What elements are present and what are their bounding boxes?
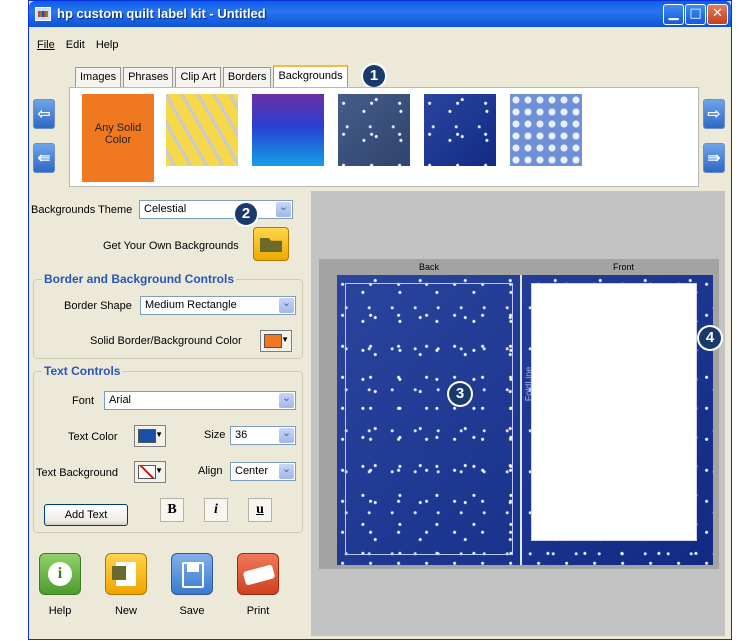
window-title: hp custom quilt label kit - Untitled	[57, 6, 266, 21]
preview-canvas: Back Front FoldLine	[319, 259, 719, 569]
menu-help[interactable]: Help	[96, 39, 119, 51]
swatch-solid-color[interactable]: Any Solid Color	[82, 94, 154, 182]
size-label: Size	[204, 429, 226, 441]
help-icon[interactable]: i	[39, 553, 81, 595]
new-label: New	[114, 605, 137, 617]
minimize-button[interactable]: ▁	[663, 4, 684, 25]
text-background-picker[interactable]: ▼	[134, 461, 166, 483]
solid-color-control-label: Solid Border/Background Color	[90, 335, 242, 347]
callout-1: 1	[363, 65, 385, 87]
swatch-dark-texture[interactable]	[338, 94, 410, 166]
callout-3: 3	[449, 383, 471, 405]
menu-edit[interactable]: Edit	[66, 39, 85, 51]
maximize-button[interactable]: □	[685, 4, 706, 25]
italic-button[interactable]: i	[204, 498, 228, 522]
tab-strip: Images Phrases Clip Art Borders Backgrou…	[75, 65, 348, 87]
save-icon[interactable]	[171, 553, 213, 595]
chevron-down-icon: ▼	[281, 335, 289, 344]
swatch-celestial[interactable]	[424, 94, 496, 166]
app-window: hp custom quilt label kit - Untitled ▁ □…	[28, 0, 732, 640]
text-background-label: Text Background	[36, 467, 118, 479]
first-arrow-button[interactable]: ⇚	[33, 143, 55, 173]
font-value: Arial	[109, 394, 132, 406]
label-preview-area: Back Front FoldLine 3 4	[311, 191, 725, 636]
app-quilt-icon	[35, 7, 51, 21]
folder-open-icon[interactable]	[253, 227, 289, 261]
font-select[interactable]: Arial	[104, 391, 296, 410]
menu-file[interactable]: File	[37, 39, 55, 51]
border-shape-value: Medium Rectangle	[145, 299, 237, 311]
border-shape-select[interactable]: Medium Rectangle	[140, 296, 296, 315]
prev-arrow-button[interactable]: ⇦	[33, 99, 55, 129]
theme-value: Celestial	[144, 203, 187, 215]
text-color-swatch	[138, 429, 156, 443]
front-label: Front	[613, 262, 635, 272]
tab-phrases[interactable]: Phrases	[123, 67, 174, 87]
close-button[interactable]: ✕	[707, 4, 728, 25]
swatch-yellow-pattern[interactable]	[166, 94, 238, 166]
callout-4: 4	[699, 327, 721, 349]
front-text-area[interactable]	[531, 283, 697, 541]
theme-select[interactable]: Celestial	[139, 200, 293, 219]
back-label: Back	[419, 262, 440, 272]
border-controls-group: Border and Background Controls Border Sh…	[33, 272, 303, 359]
left-control-panel: Backgrounds Theme Celestial 2 Get Your O…	[29, 191, 307, 641]
text-controls-group: Text Controls Font Arial Text Color ▼ Si…	[33, 364, 303, 533]
border-shape-label: Border Shape	[64, 300, 132, 312]
swatch-purple-blue-gradient[interactable]	[252, 94, 324, 166]
print-icon[interactable]	[237, 553, 279, 595]
background-swatch-strip: Any Solid Color	[69, 87, 699, 187]
chevron-down-icon: ▼	[155, 430, 163, 439]
align-select[interactable]: Center	[230, 462, 296, 481]
no-color-swatch	[138, 465, 156, 479]
text-color-picker[interactable]: ▼	[134, 425, 166, 447]
menu-bar: File Edit Help	[29, 39, 731, 57]
tab-images[interactable]: Images	[75, 67, 122, 87]
underline-button[interactable]: u	[248, 498, 272, 522]
align-value: Center	[235, 465, 269, 477]
theme-label: Backgrounds Theme	[31, 204, 133, 216]
help-label: Help	[48, 605, 72, 617]
text-color-label: Text Color	[68, 431, 118, 443]
last-arrow-button[interactable]: ⇛	[703, 143, 725, 173]
border-color-picker[interactable]: ▼	[260, 330, 292, 352]
next-arrow-button[interactable]: ⇨	[703, 99, 725, 129]
align-label: Align	[198, 465, 223, 477]
solid-color-label: Any Solid Color	[94, 122, 142, 146]
size-select[interactable]: 36	[230, 426, 296, 445]
border-color-swatch	[264, 334, 282, 348]
bold-button[interactable]: B	[160, 498, 184, 522]
size-value: 36	[235, 429, 248, 441]
get-own-label: Get Your Own Backgrounds	[103, 240, 239, 252]
swatch-light-blue-pattern[interactable]	[510, 94, 582, 166]
font-label: Font	[72, 395, 95, 407]
tab-clip-art[interactable]: Clip Art	[175, 67, 221, 87]
text-controls-title: Text Controls	[42, 364, 123, 378]
back-border-frame	[345, 283, 513, 555]
title-bar: hp custom quilt label kit - Untitled ▁ □…	[29, 1, 731, 27]
fold-line	[520, 275, 522, 565]
border-controls-title: Border and Background Controls	[42, 272, 237, 286]
save-label: Save	[179, 605, 205, 617]
print-label: Print	[246, 605, 270, 617]
add-text-button[interactable]: Add Text	[44, 504, 128, 526]
new-icon[interactable]	[105, 553, 147, 595]
tab-borders[interactable]: Borders	[222, 67, 272, 87]
callout-2: 2	[235, 203, 257, 225]
chevron-down-icon: ▼	[155, 466, 163, 475]
tab-backgrounds[interactable]: Backgrounds	[273, 65, 348, 87]
